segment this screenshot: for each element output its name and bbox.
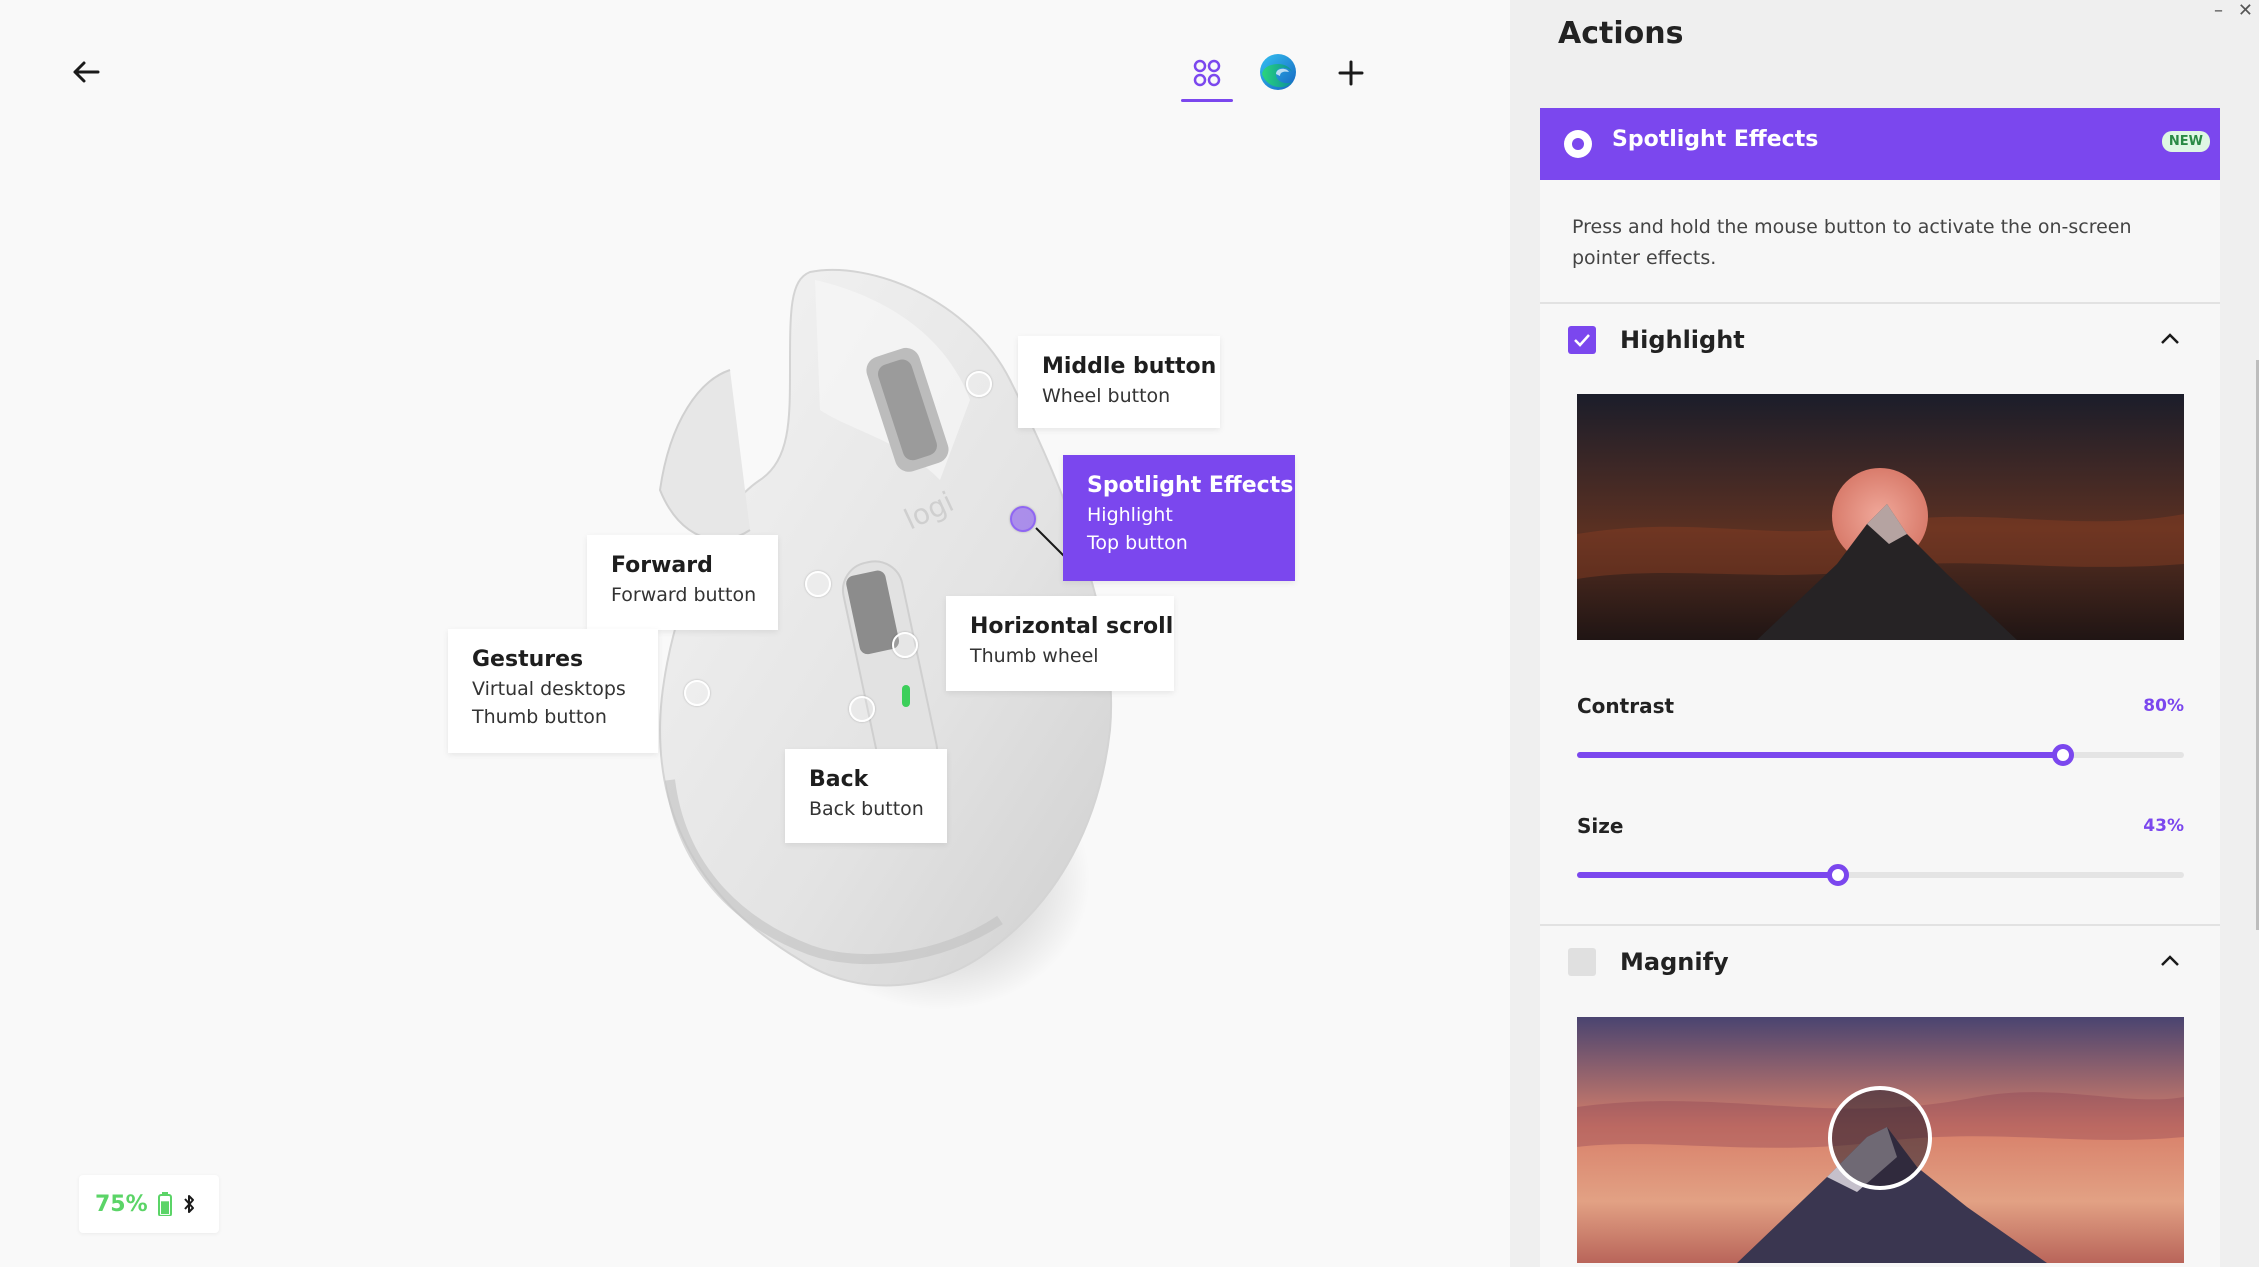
battery-icon bbox=[157, 1192, 172, 1216]
hotspot-middle-button[interactable] bbox=[966, 371, 992, 397]
chevron-up-icon bbox=[2161, 333, 2179, 344]
back-button[interactable] bbox=[66, 52, 106, 92]
apps-grid-icon bbox=[1193, 59, 1221, 87]
radio-selected-icon[interactable] bbox=[1564, 130, 1592, 158]
close-button[interactable]: ✕ bbox=[2238, 0, 2253, 21]
contrast-label: Contrast bbox=[1577, 694, 1675, 718]
highlight-checkbox[interactable] bbox=[1568, 326, 1596, 354]
callout-title: Forward bbox=[611, 553, 713, 578]
app-profile-edge[interactable] bbox=[1256, 50, 1300, 94]
magnify-row[interactable]: Magnify bbox=[1568, 942, 1729, 982]
callout-title: Middle button bbox=[1042, 354, 1217, 379]
battery-status[interactable]: 75% bbox=[79, 1175, 219, 1233]
callout-subtitle: Thumb wheel bbox=[970, 645, 1099, 667]
callout-gestures[interactable]: Gestures Virtual desktops Thumb button bbox=[448, 629, 658, 753]
plus-icon bbox=[1338, 60, 1364, 86]
contrast-slider[interactable] bbox=[1577, 744, 2184, 766]
size-label: Size bbox=[1577, 814, 1624, 838]
contrast-slider-fill bbox=[1577, 752, 2063, 758]
callout-subtitle: Wheel button bbox=[1042, 385, 1171, 407]
spotlight-connector bbox=[1035, 527, 1065, 557]
edge-browser-icon bbox=[1260, 54, 1296, 90]
callout-back[interactable]: Back Back button bbox=[785, 749, 947, 843]
highlight-preview-image bbox=[1577, 394, 2184, 640]
collapse-magnify-button[interactable] bbox=[2160, 952, 2180, 971]
actions-panel: Actions – ✕ Spotlight Effects NEW Press … bbox=[1510, 0, 2259, 1267]
callout-spotlight-effects[interactable]: Spotlight Effects Highlight Top button bbox=[1063, 455, 1295, 581]
bluetooth-icon bbox=[183, 1195, 194, 1213]
hotspot-back-button[interactable] bbox=[849, 696, 875, 722]
panel-title: Actions bbox=[1558, 16, 1684, 51]
new-badge: NEW bbox=[2161, 131, 2210, 152]
battery-percent: 75% bbox=[95, 1191, 148, 1217]
callout-forward[interactable]: Forward Forward button bbox=[587, 535, 778, 630]
hotspot-thumb-button[interactable] bbox=[684, 680, 710, 706]
callout-subtitle: Virtual desktops bbox=[472, 678, 626, 700]
callout-subtitle: Highlight bbox=[1087, 504, 1173, 526]
contrast-slider-thumb[interactable] bbox=[2051, 744, 2074, 766]
callout-subtitle: Back button bbox=[809, 798, 924, 820]
size-slider-fill bbox=[1577, 872, 1838, 878]
magnify-preview-image bbox=[1577, 1017, 2184, 1263]
callout-subtitle: Forward button bbox=[611, 584, 757, 606]
action-description: Press and hold the mouse button to activ… bbox=[1572, 216, 2132, 269]
arrow-left-icon bbox=[73, 61, 100, 83]
device-view: logi Middle button Wheel button Spotligh… bbox=[0, 0, 1510, 1267]
callout-title: Spotlight Effects bbox=[1087, 473, 1294, 498]
checkmark-icon bbox=[1574, 334, 1590, 347]
action-option-spotlight[interactable]: Spotlight Effects NEW bbox=[1540, 108, 2220, 180]
size-value: 43% bbox=[2143, 816, 2184, 836]
hotspot-forward-button[interactable] bbox=[805, 571, 831, 597]
size-slider[interactable] bbox=[1577, 864, 2184, 886]
add-application-button[interactable] bbox=[1330, 52, 1372, 94]
callout-subtitle: Thumb button bbox=[472, 706, 607, 728]
minimize-button[interactable]: – bbox=[2214, 0, 2223, 21]
tab-buttons[interactable] bbox=[1186, 52, 1228, 94]
collapse-highlight-button[interactable] bbox=[2160, 330, 2180, 349]
size-slider-thumb[interactable] bbox=[1827, 864, 1849, 886]
action-title: Spotlight Effects bbox=[1612, 127, 1819, 152]
callout-title: Back bbox=[809, 767, 869, 792]
callout-middle-button[interactable]: Middle button Wheel button bbox=[1018, 336, 1220, 428]
magnify-checkbox[interactable] bbox=[1568, 948, 1596, 976]
hotspot-thumb-wheel[interactable] bbox=[892, 632, 918, 658]
callout-horizontal-scroll[interactable]: Horizontal scroll Thumb wheel bbox=[946, 596, 1174, 691]
divider bbox=[1540, 302, 2220, 304]
chevron-up-icon bbox=[2161, 955, 2179, 966]
highlight-label: Highlight bbox=[1620, 326, 1745, 354]
callout-title: Horizontal scroll bbox=[970, 614, 1174, 639]
highlight-row[interactable]: Highlight bbox=[1568, 320, 1745, 360]
divider bbox=[1540, 924, 2220, 926]
active-tab-indicator bbox=[1181, 99, 1233, 102]
action-card: Spotlight Effects NEW Press and hold the… bbox=[1540, 108, 2220, 1267]
contrast-value: 80% bbox=[2143, 696, 2184, 716]
callout-title: Gestures bbox=[472, 647, 584, 672]
callout-subtitle: Top button bbox=[1087, 532, 1188, 554]
magnify-label: Magnify bbox=[1620, 948, 1729, 976]
